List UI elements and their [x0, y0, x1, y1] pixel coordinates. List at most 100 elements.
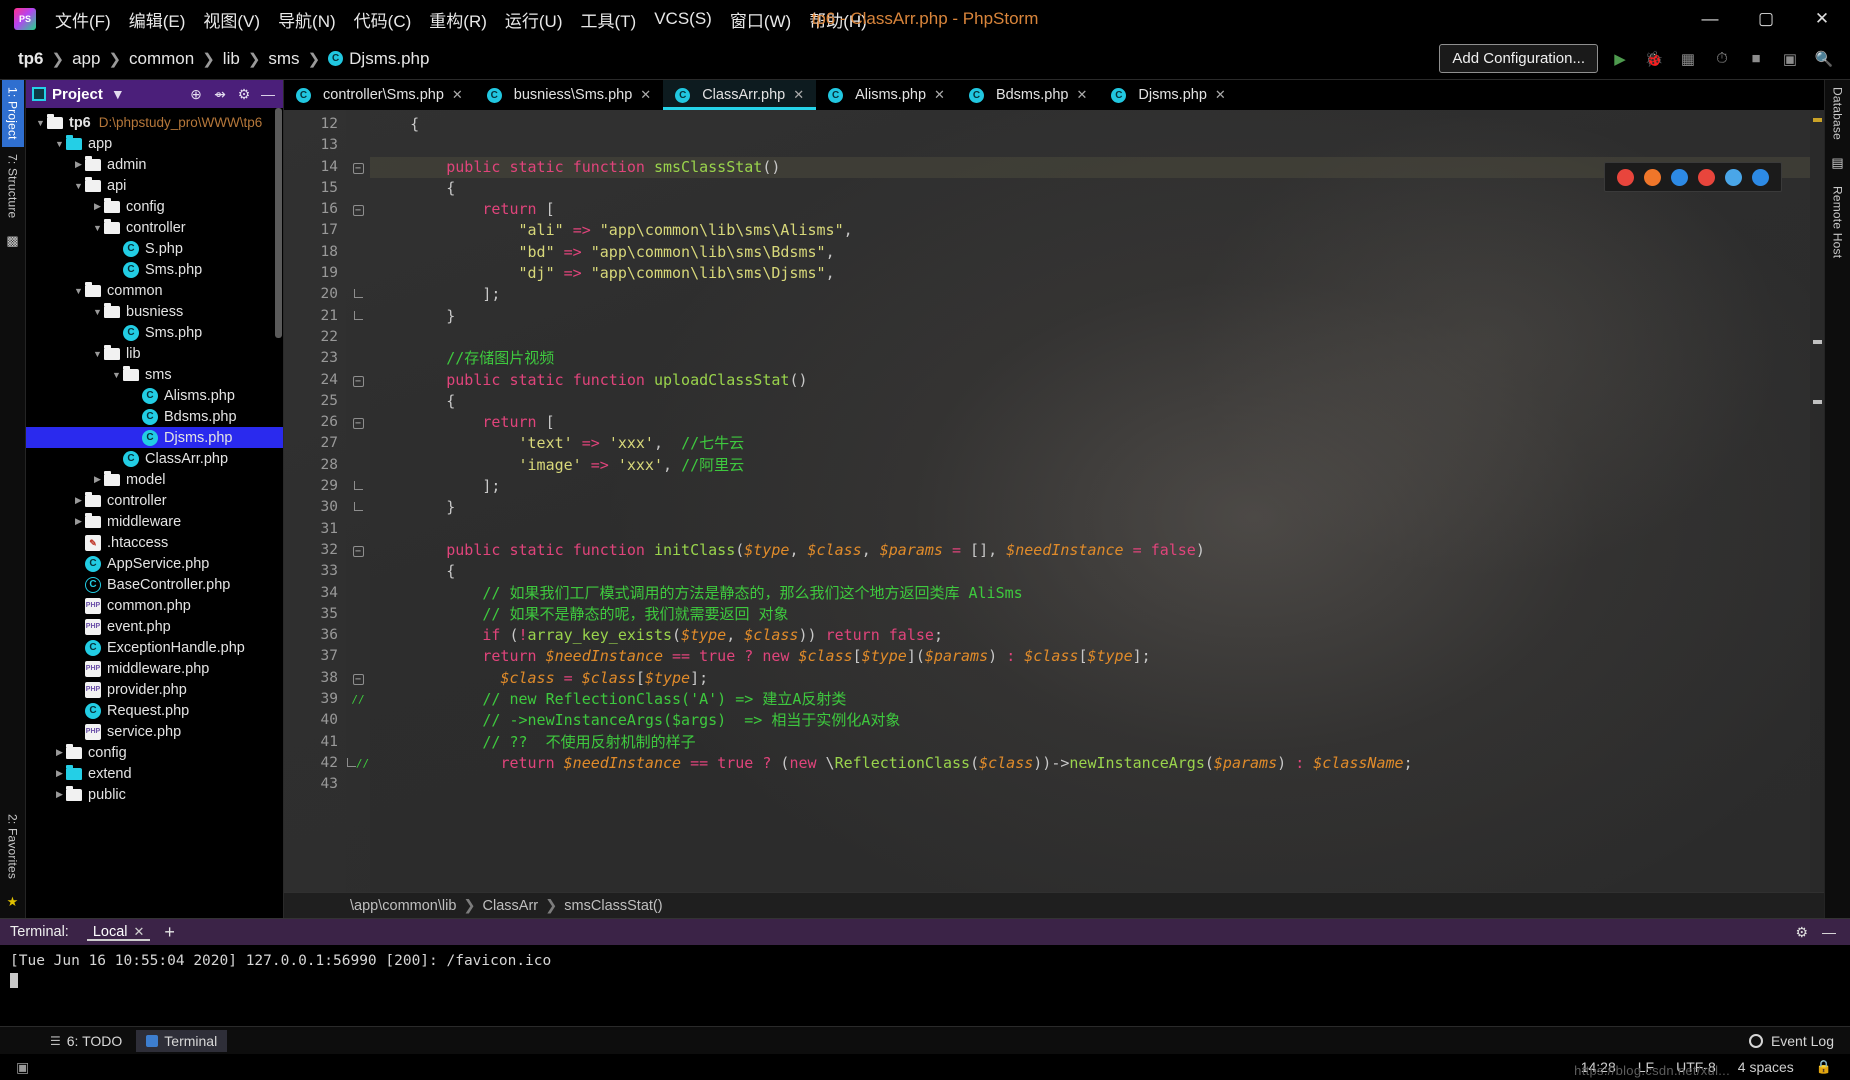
tree-node-provider-php[interactable]: ·PHP provider.php — [26, 679, 283, 700]
code-line[interactable] — [370, 327, 1810, 348]
edge-legacy-icon[interactable] — [1725, 168, 1742, 186]
terminal-tab-local[interactable]: Local ✕ — [86, 924, 151, 941]
code-line[interactable]: //存储图片视频 — [370, 348, 1810, 369]
code-line[interactable]: // new ReflectionClass('A') => 建立A反射类 — [370, 689, 1810, 710]
fold-marker[interactable] — [346, 306, 370, 327]
code-line[interactable]: public static function smsClassStat() — [370, 156, 1810, 178]
code-line[interactable]: ]; — [370, 476, 1810, 497]
editor-tab-alisms-php[interactable]: C Alisms.php ✕ — [816, 80, 957, 110]
editor-tab-djsms-php[interactable]: C Djsms.php ✕ — [1099, 80, 1237, 110]
code-line[interactable]: } — [370, 497, 1810, 518]
chevron-down-icon[interactable]: ▼ — [109, 86, 127, 102]
close-icon[interactable]: ✕ — [640, 87, 651, 103]
editor-body[interactable]: 12 13 14 15 16 17 18 19 20 21 22 23 24 25 26 27 28 29 30 31… — [284, 110, 1824, 892]
chevron-down-icon[interactable]: ▼ — [53, 139, 66, 149]
editor-tab-controller-sms-php[interactable]: Ccontroller\Sms.php ✕ — [284, 80, 475, 110]
terminal-output[interactable]: [Tue Jun 16 10:55:04 2020] 127.0.0.1:569… — [0, 945, 1850, 1026]
editor-tab-classarr-php[interactable]: C ClassArr.php ✕ — [663, 80, 817, 110]
chevron-right-icon[interactable]: ▶ — [53, 768, 66, 779]
code-line[interactable]: 'image' => 'xxx', //阿里云 — [370, 455, 1810, 476]
chevron-down-icon[interactable]: ▼ — [110, 370, 123, 380]
code-line[interactable]: public static function uploadClassStat() — [370, 370, 1810, 391]
code-line[interactable] — [370, 774, 1810, 795]
safari-icon[interactable] — [1671, 168, 1688, 186]
code-line[interactable] — [370, 135, 1810, 156]
collapse-all-icon[interactable]: ⇴ — [211, 86, 229, 103]
sidebar-tab-structure[interactable]: 7: Structure — [2, 147, 24, 225]
code-line[interactable]: return [ — [370, 412, 1810, 433]
code-line[interactable]: // ->newInstanceArgs($args) => 相当于实例化A对象 — [370, 710, 1810, 731]
browser-preview-popup[interactable] — [1604, 162, 1782, 192]
code-line[interactable] — [370, 519, 1810, 540]
minimize-button[interactable]: — — [1682, 0, 1738, 38]
search-icon[interactable]: 🔍 — [1812, 47, 1836, 71]
code-line[interactable]: // 如果不是静态的呢，我们就需要返回 对象 — [370, 604, 1810, 625]
status-indent[interactable]: 4 spaces — [1738, 1059, 1794, 1075]
project-tree-scrollbar[interactable] — [275, 108, 282, 338]
menu-item-4[interactable]: 代码(C) — [345, 3, 421, 36]
tree-node-public[interactable]: ▶ public — [26, 784, 283, 805]
code-line[interactable]: // ?? 不使用反射机制的样子 — [370, 732, 1810, 753]
tree-node--htaccess[interactable]: ·✎ .htaccess — [26, 532, 283, 553]
code-content[interactable]: { public static function smsClassStat() … — [370, 110, 1810, 892]
code-line[interactable]: { — [370, 561, 1810, 582]
code-line[interactable]: return $needInstance == true ? (new \Ref… — [370, 753, 1810, 774]
breadcrumb[interactable]: tp6 ❯ app ❯ common ❯ lib ❯ sms ❯ C Djsms.php — [18, 49, 429, 69]
code-line[interactable]: public static function initClass($type, … — [370, 540, 1810, 561]
fold-marker[interactable] — [346, 476, 370, 497]
tree-node-model[interactable]: ▶ model — [26, 469, 283, 490]
chevron-right-icon[interactable]: ▶ — [53, 747, 66, 758]
editor-tab-busniess-sms-php[interactable]: Cbusniess\Sms.php ✕ — [475, 80, 663, 110]
code-line[interactable]: ]; — [370, 284, 1810, 305]
close-icon[interactable]: ✕ — [934, 87, 945, 103]
edge-icon[interactable] — [1752, 168, 1769, 186]
stop-icon[interactable]: ■ — [1744, 47, 1768, 71]
add-configuration-button[interactable]: Add Configuration... — [1439, 44, 1598, 73]
project-tree[interactable]: ▼ tp6 D:\phpstudy_pro\WWW\tp6 ▼ app ▶ admin ▼ ap… — [26, 108, 283, 918]
profile-icon[interactable]: ⏱ — [1710, 47, 1734, 71]
menu-item-6[interactable]: 运行(U) — [496, 3, 572, 36]
add-terminal-button[interactable]: + — [164, 922, 175, 943]
event-log-label[interactable]: Event Log — [1771, 1033, 1834, 1049]
editor-tab-bar[interactable]: Ccontroller\Sms.php ✕ Cbusniess\Sms.php ✕ C C… — [284, 80, 1824, 110]
fold-marker[interactable]: // — [346, 753, 370, 774]
tree-node-api[interactable]: ▼ api — [26, 175, 283, 196]
tree-node-exceptionhandle-php[interactable]: ·C ExceptionHandle.php — [26, 637, 283, 658]
chevron-down-icon[interactable]: ▼ — [91, 349, 104, 359]
code-line[interactable]: { — [370, 114, 1810, 135]
close-icon[interactable]: ✕ — [452, 87, 463, 103]
fold-marker[interactable]: − — [346, 157, 370, 178]
tree-node-service-php[interactable]: ·PHP service.php — [26, 721, 283, 742]
close-icon[interactable]: ✕ — [134, 924, 145, 940]
fold-marker[interactable]: − — [346, 540, 370, 561]
chevron-down-icon[interactable]: ▼ — [91, 307, 104, 317]
breadcrumb-item-0[interactable]: tp6 — [18, 49, 44, 69]
close-icon[interactable]: ✕ — [793, 87, 804, 103]
star-icon[interactable]: ★ — [7, 894, 19, 910]
chrome-icon[interactable] — [1617, 168, 1634, 186]
breadcrumb-item-5[interactable]: C Djsms.php — [328, 49, 429, 69]
close-icon[interactable]: ✕ — [1076, 87, 1087, 103]
tree-node-sms-php[interactable]: ·C Sms.php — [26, 322, 283, 343]
chevron-down-icon[interactable]: ▼ — [34, 118, 47, 128]
maximize-button[interactable]: ▢ — [1738, 0, 1794, 38]
opera-icon[interactable] — [1698, 168, 1715, 186]
menu-item-1[interactable]: 编辑(E) — [120, 3, 195, 36]
fold-marker[interactable]: − — [346, 199, 370, 220]
grid-icon[interactable]: ▩ — [6, 233, 18, 249]
sidebar-tab-remote-host[interactable]: Remote Host — [1827, 179, 1849, 265]
tree-node-config[interactable]: ▶ config — [26, 742, 283, 763]
fold-marker[interactable]: − — [346, 370, 370, 391]
code-line[interactable]: return $needInstance == true ? new $clas… — [370, 646, 1810, 667]
tree-node-app[interactable]: ▼ app — [26, 133, 283, 154]
menu-item-5[interactable]: 重构(R) — [420, 3, 496, 36]
editor-tab-bdsms-php[interactable]: C Bdsms.php ✕ — [957, 80, 1099, 110]
settings-gear-icon[interactable]: ⚙ — [1795, 924, 1808, 941]
tree-node-request-php[interactable]: ·C Request.php — [26, 700, 283, 721]
close-button[interactable]: ✕ — [1794, 0, 1850, 38]
tree-node-alisms-php[interactable]: ·C Alisms.php — [26, 385, 283, 406]
tree-node-djsms-php[interactable]: ·C Djsms.php — [26, 427, 283, 448]
code-folding-column[interactable]: − − − − − −// // — [346, 110, 370, 892]
remote-host-icon[interactable]: ▤ — [1831, 155, 1843, 171]
menu-item-7[interactable]: 工具(T) — [572, 3, 646, 36]
